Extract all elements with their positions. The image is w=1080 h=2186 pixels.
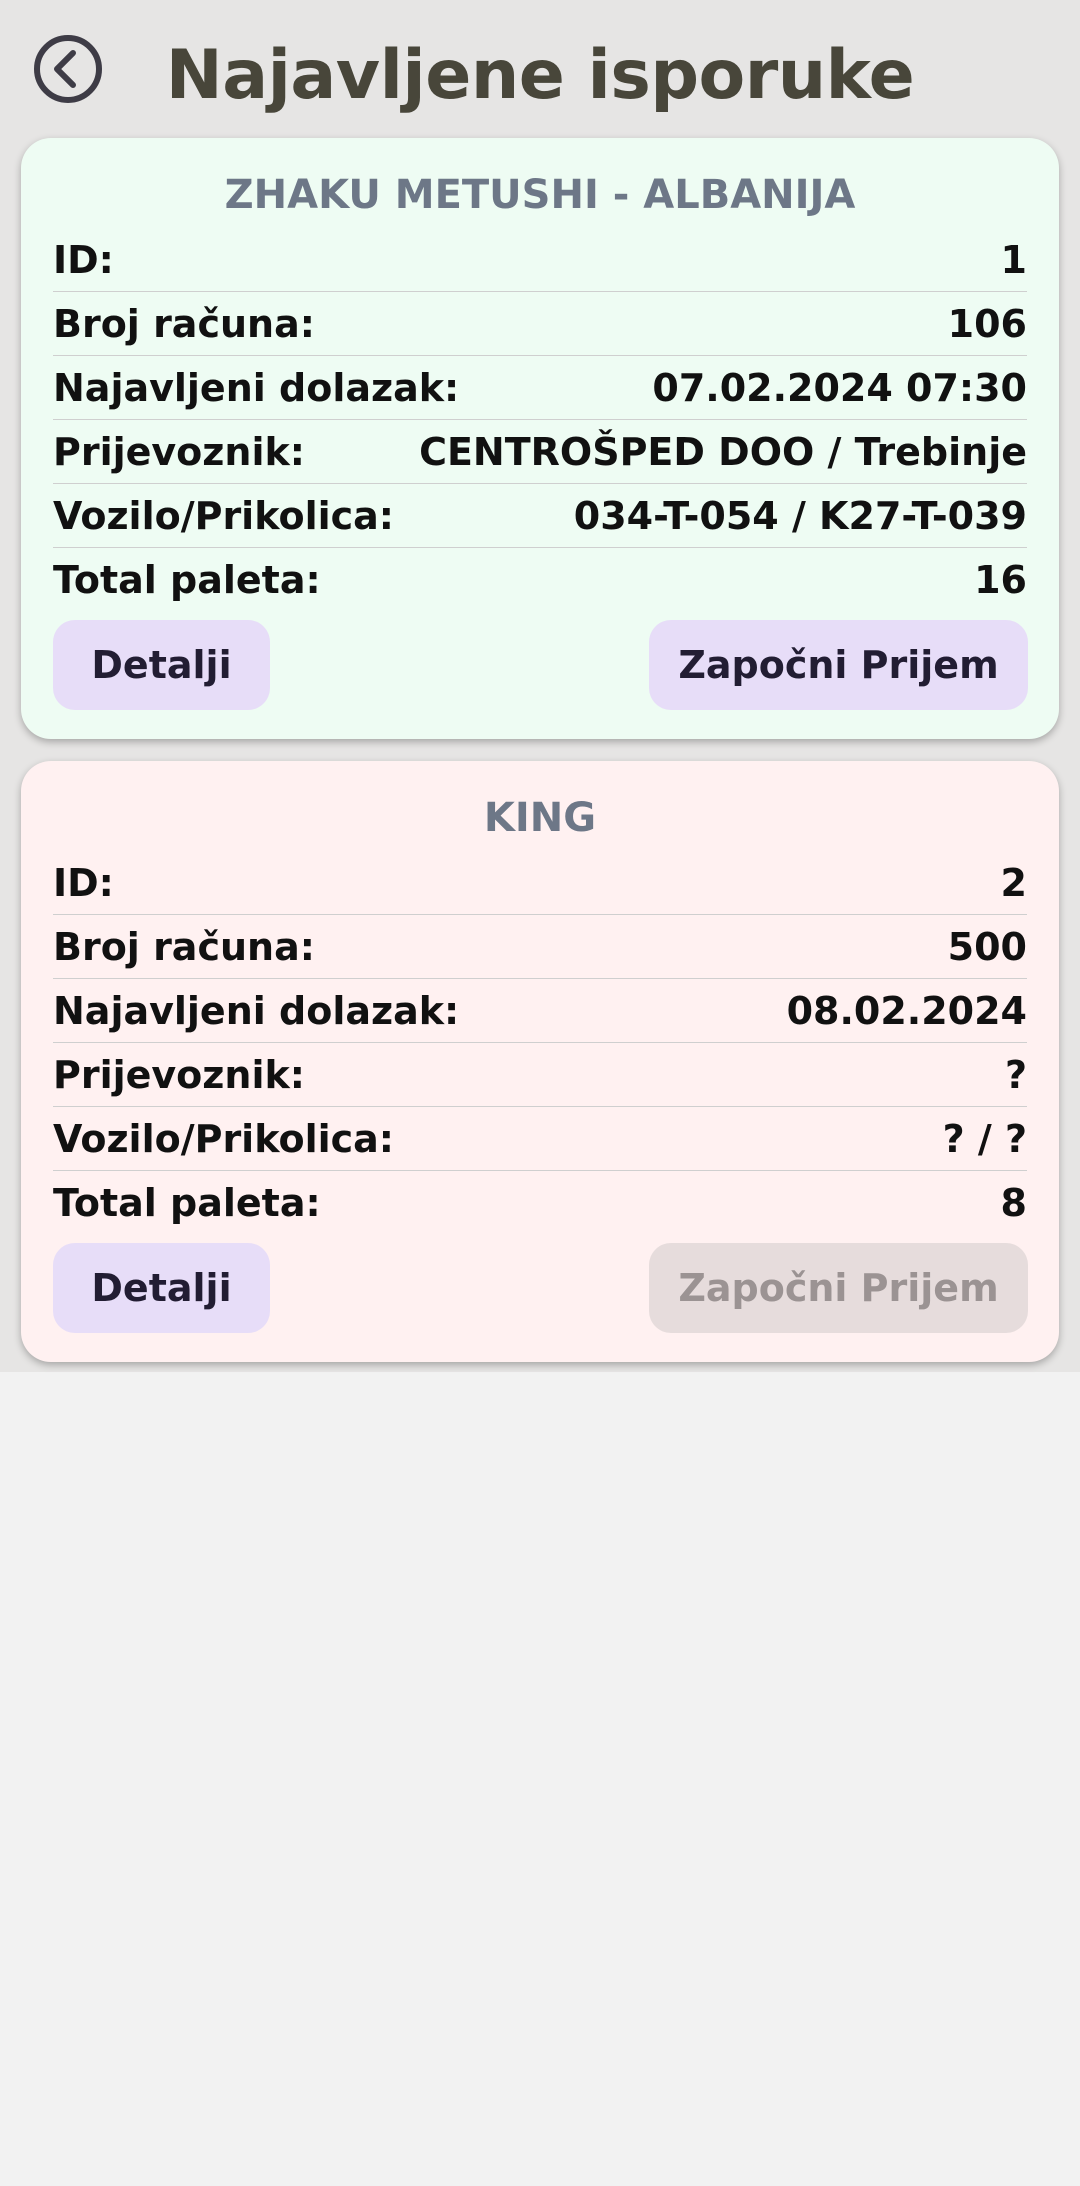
field-label: Broj računa: <box>53 924 315 969</box>
field-value: 16 <box>974 558 1027 602</box>
field-label: Total paleta: <box>53 558 321 602</box>
field-row-total-pallets: Total paleta: 8 <box>53 1171 1027 1235</box>
field-row-arrival: Najavljeni dolazak: 07.02.2024 07:30 <box>53 356 1027 420</box>
field-value: CENTROŠPED DOO / Trebinje <box>419 429 1027 474</box>
start-receiving-button[interactable]: Započni Prijem <box>649 620 1028 710</box>
field-row-id: ID: 1 <box>53 228 1027 292</box>
delivery-fields: ID: 1 Broj računa: 106 Najavljeni dolaza… <box>53 228 1027 612</box>
field-value: 07.02.2024 07:30 <box>652 365 1027 410</box>
field-label: Total paleta: <box>53 1181 321 1225</box>
field-row-total-pallets: Total paleta: 16 <box>53 548 1027 612</box>
field-row-arrival: Najavljeni dolazak: 08.02.2024 <box>53 979 1027 1043</box>
field-label: Najavljeni dolazak: <box>53 988 460 1033</box>
page-title: Najavljene isporuke <box>165 36 915 115</box>
field-label: Prijevoznik: <box>53 1052 305 1097</box>
start-receiving-button-disabled: Započni Prijem <box>649 1243 1028 1333</box>
field-value: ? <box>1004 1052 1027 1097</box>
field-value: 106 <box>947 301 1027 346</box>
field-value: 034-T-054 / K27-T-039 <box>573 493 1027 538</box>
delivery-supplier-title: ZHAKU METUSHI - ALBANIJA <box>224 172 856 218</box>
field-row-carrier: Prijevoznik: CENTROŠPED DOO / Trebinje <box>53 420 1027 484</box>
field-label: Broj računa: <box>53 301 315 346</box>
field-value: ? / ? <box>942 1116 1027 1161</box>
details-button[interactable]: Detalji <box>53 620 270 710</box>
field-row-carrier: Prijevoznik: ? <box>53 1043 1027 1107</box>
field-label: Vozilo/Prikolica: <box>53 493 394 538</box>
delivery-supplier-title: KING <box>483 795 597 841</box>
field-row-invoice-number: Broj računa: 106 <box>53 292 1027 356</box>
field-label: Prijevoznik: <box>53 429 305 474</box>
field-value: 08.02.2024 <box>786 988 1027 1033</box>
delivery-card: KING ID: 2 Broj računa: 500 Najavljeni d… <box>21 761 1059 1362</box>
field-value: 2 <box>1000 860 1027 905</box>
field-label: ID: <box>53 237 114 282</box>
delivery-fields: ID: 2 Broj računa: 500 Najavljeni dolaza… <box>53 851 1027 1235</box>
delivery-card: ZHAKU METUSHI - ALBANIJA ID: 1 Broj raču… <box>21 138 1059 739</box>
details-button[interactable]: Detalji <box>53 1243 270 1333</box>
field-row-vehicle-trailer: Vozilo/Prikolica: ? / ? <box>53 1107 1027 1171</box>
header: Najavljene isporuke <box>0 0 1080 136</box>
field-row-id: ID: 2 <box>53 851 1027 915</box>
field-label: ID: <box>53 860 114 905</box>
field-value: 8 <box>1000 1181 1027 1225</box>
field-row-invoice-number: Broj računa: 500 <box>53 915 1027 979</box>
field-value: 500 <box>947 924 1027 969</box>
field-row-vehicle-trailer: Vozilo/Prikolica: 034-T-054 / K27-T-039 <box>53 484 1027 548</box>
field-label: Najavljeni dolazak: <box>53 365 460 410</box>
field-value: 1 <box>1000 237 1027 282</box>
field-label: Vozilo/Prikolica: <box>53 1116 394 1161</box>
